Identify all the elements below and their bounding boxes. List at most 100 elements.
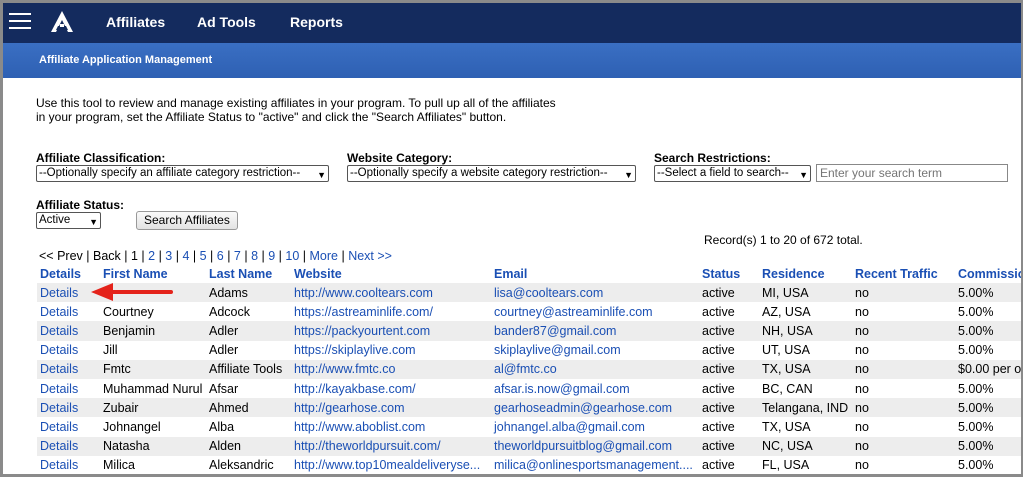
table-body: Details Adams http://www.cooltears.com lisa…	[37, 283, 1021, 474]
table-row: Details Benjamin Adler https://packyourtent…	[37, 321, 1021, 341]
email-link[interactable]: theworldpursuitblog@gmail.com	[491, 436, 699, 456]
pager-page-4[interactable]: 4	[182, 249, 189, 263]
email-link[interactable]: al@fmtc.co	[491, 359, 699, 379]
pager-next[interactable]: Next >>	[348, 249, 392, 263]
website-link[interactable]: http://gearhose.com	[291, 398, 491, 418]
pager-page-5[interactable]: 5	[200, 249, 207, 263]
details-link[interactable]: Details	[37, 341, 100, 360]
email-link[interactable]: milica@onlinesportsmanagement....	[491, 456, 699, 474]
details-link[interactable]: Details	[37, 302, 100, 321]
pager-back: Back	[92, 249, 121, 263]
table-row: Details Adams http://www.cooltears.com lisa…	[37, 283, 1021, 303]
pager-page-7[interactable]: 7	[234, 249, 241, 263]
email-link[interactable]: gearhoseadmin@gearhose.com	[491, 398, 699, 418]
email-link[interactable]: lisa@cooltears.com	[491, 283, 699, 303]
pager-page-8[interactable]: 8	[251, 249, 258, 263]
recent-traffic-cell: no	[852, 283, 955, 303]
commission-cell: 5.00%	[958, 343, 994, 358]
first-name-cell: Benjamin	[100, 321, 206, 341]
residence-cell: FL, USA	[762, 458, 810, 473]
search-field-select[interactable]: --Select a field to search-- ▼	[654, 165, 811, 182]
website-link[interactable]: http://www.aboblist.com	[291, 417, 491, 436]
first-name-cell: Muhammad Nurul	[103, 381, 203, 396]
last-name-cell: Adams	[206, 283, 291, 303]
email-link[interactable]: skiplaylive@gmail.com	[491, 341, 699, 360]
nav-ad-tools[interactable]: Ad Tools	[197, 14, 256, 30]
status-cell: active	[702, 304, 735, 319]
col-email[interactable]: Email	[491, 265, 699, 283]
col-commission[interactable]: Commission	[955, 265, 1021, 283]
first-name-cell: Fmtc	[100, 359, 206, 379]
website-link[interactable]: https://astreaminlife.com/	[291, 302, 491, 321]
last-name-cell: Adler	[206, 321, 291, 341]
status-select[interactable]: Active ▼	[36, 212, 101, 229]
details-link[interactable]: Details	[37, 359, 100, 379]
last-name-cell: Adler	[209, 343, 239, 358]
residence-cell: MI, USA	[759, 283, 852, 303]
pager-page-9[interactable]: 9	[268, 249, 275, 263]
website-link[interactable]: https://skiplaylive.com	[291, 341, 491, 360]
logo-icon[interactable]	[49, 9, 75, 35]
search-term-input[interactable]	[816, 164, 1008, 182]
first-name-cell: Natasha	[100, 436, 206, 456]
first-name-cell: Jill	[103, 343, 118, 358]
hamburger-icon[interactable]	[9, 13, 31, 31]
details-link[interactable]: Details	[37, 398, 100, 418]
details-link[interactable]: Details	[37, 321, 100, 341]
col-residence[interactable]: Residence	[759, 265, 852, 283]
nav-affiliates[interactable]: Affiliates	[106, 14, 165, 30]
website-link[interactable]: http://theworldpursuit.com/	[291, 436, 491, 456]
details-link[interactable]: Details	[37, 456, 100, 474]
email-link[interactable]: johnangel.alba@gmail.com	[491, 417, 699, 436]
col-website[interactable]: Website	[291, 265, 491, 283]
website-link[interactable]: http://www.cooltears.com	[291, 283, 491, 303]
email-link[interactable]: afsar.is.now@gmail.com	[491, 379, 699, 398]
commission-cell: 5.00%	[955, 398, 1021, 418]
pager-more[interactable]: More	[310, 249, 338, 263]
last-name-cell: Alba	[209, 419, 235, 434]
website-link[interactable]: https://packyourtent.com	[291, 321, 491, 341]
col-last-name[interactable]: Last Name	[206, 265, 291, 283]
classification-select-value: --Optionally specify an affiliate catego…	[39, 167, 301, 179]
details-link[interactable]: Details	[37, 436, 100, 456]
col-recent-traffic[interactable]: Recent Traffic	[852, 265, 955, 283]
recent-traffic-cell: no	[852, 359, 955, 379]
last-name-cell: Aleksandric	[209, 458, 274, 473]
details-link[interactable]: Details	[37, 417, 100, 436]
pager-page-3[interactable]: 3	[165, 249, 172, 263]
pager-current: 1	[130, 249, 138, 263]
first-name-cell: Zubair	[100, 398, 206, 418]
details-link[interactable]: Details	[37, 379, 100, 398]
website-link[interactable]: http://kayakbase.com/	[291, 379, 491, 398]
table-row: Details Milica Aleksandric http://www.top10…	[37, 456, 1021, 474]
classification-label: Affiliate Classification:	[36, 151, 166, 165]
table-row: Details Jill Adler https://skiplaylive.com s…	[37, 341, 1021, 360]
table-row: Details Zubair Ahmed http://gearhose.com gea…	[37, 398, 1021, 418]
nav-reports[interactable]: Reports	[290, 14, 343, 30]
pager-page-10[interactable]: 10	[285, 249, 299, 263]
pager-page-2[interactable]: 2	[148, 249, 155, 263]
website-link[interactable]: http://www.top10mealdeliveryse...	[291, 456, 491, 474]
email-link[interactable]: courtney@astreaminlife.com	[491, 302, 699, 321]
last-name-cell: Alden	[206, 436, 291, 456]
top-nav: Affiliates Ad Tools Reports	[3, 3, 1021, 43]
chevron-down-icon: ▼	[624, 170, 633, 180]
email-link[interactable]: bander87@gmail.com	[491, 321, 699, 341]
col-status[interactable]: Status	[699, 265, 759, 283]
residence-cell: TX, USA	[759, 359, 852, 379]
status-cell: active	[699, 283, 759, 303]
website-link[interactable]: http://www.fmtc.co	[291, 359, 491, 379]
status-cell: active	[699, 436, 759, 456]
recent-traffic-cell: no	[855, 458, 869, 473]
table-row: Details Courtney Adcock https://astreaminli…	[37, 302, 1021, 321]
pager-page-6[interactable]: 6	[217, 249, 224, 263]
residence-cell: BC, CAN	[762, 381, 813, 396]
search-affiliates-button[interactable]: Search Affiliates	[136, 211, 238, 230]
recent-traffic-cell: no	[852, 321, 955, 341]
website-category-select[interactable]: --Optionally specify a website category …	[347, 165, 636, 182]
first-name-cell: Milica	[103, 458, 135, 473]
table-row: Details Fmtc Affiliate Tools http://www.fmt…	[37, 359, 1021, 379]
classification-select[interactable]: --Optionally specify an affiliate catego…	[36, 165, 329, 182]
pager-prev: << Prev	[39, 249, 83, 263]
table-row: Details Johnangel Alba http://www.aboblist.…	[37, 417, 1021, 436]
